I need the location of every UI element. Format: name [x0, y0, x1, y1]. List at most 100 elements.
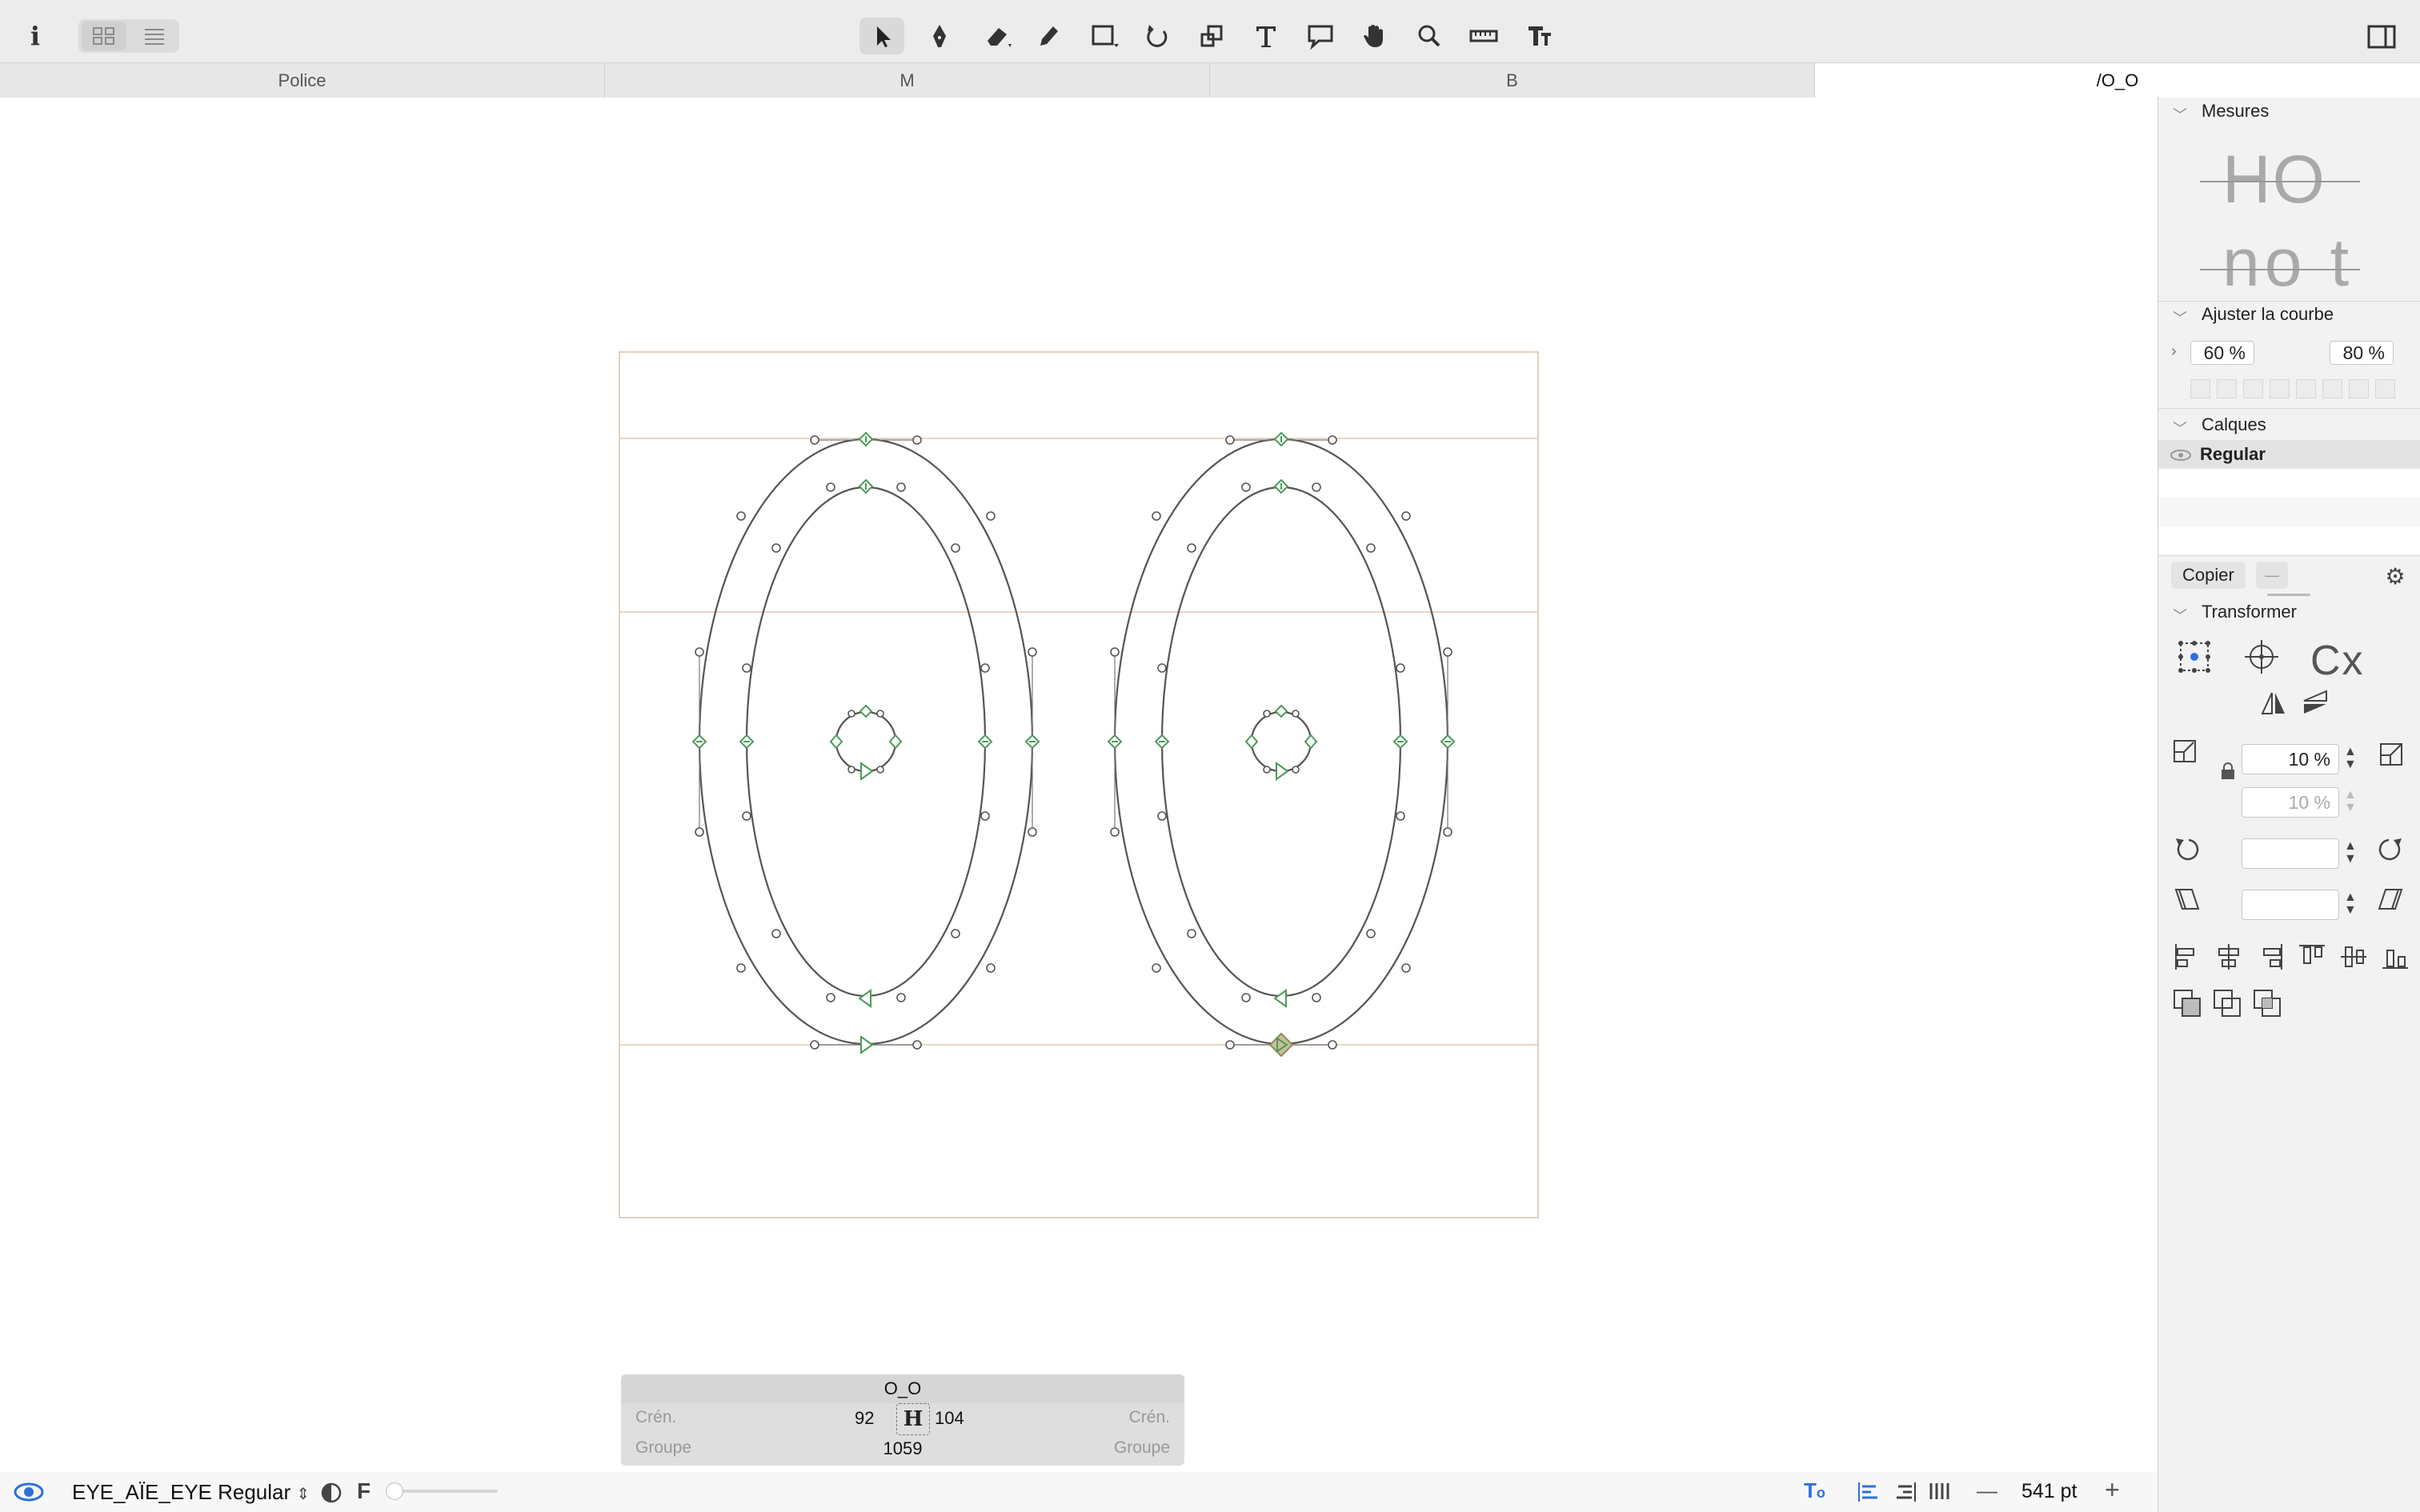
copy-button[interactable]: Copier — [2171, 562, 2246, 589]
kern-left-value[interactable]: 92 — [855, 1408, 874, 1429]
chevron-down-icon[interactable]: ﹀ — [2173, 605, 2187, 626]
info-button[interactable]: i — [13, 18, 58, 54]
align-left-icon[interactable] — [2171, 941, 2203, 973]
text-tool-button[interactable] — [1244, 18, 1288, 54]
layer-label: Regular — [2200, 444, 2266, 464]
preset-box[interactable] — [2217, 379, 2237, 398]
speech-bubble-icon — [1308, 25, 1333, 50]
hand-tool-button[interactable] — [1352, 18, 1397, 54]
crosshair-icon[interactable] — [2243, 638, 2280, 675]
align-center-icon[interactable] — [2213, 941, 2245, 973]
layer-row-empty — [2158, 526, 2420, 555]
layer-row[interactable]: Regular — [2158, 440, 2420, 469]
scale-y-input[interactable]: 10 % — [2242, 787, 2339, 818]
type-tool-button[interactable] — [1517, 18, 1562, 54]
chevron-down-icon[interactable]: ﹀ — [2173, 418, 2187, 438]
slant-input[interactable] — [2242, 890, 2339, 920]
preset-box[interactable] — [2296, 379, 2316, 398]
view-mode-switch — [78, 19, 179, 53]
slant-right-icon[interactable] — [2374, 883, 2406, 915]
kern-right-value[interactable]: 104 — [935, 1408, 964, 1429]
rotate-right-icon[interactable] — [2374, 832, 2406, 864]
sidebar-toggle-button[interactable] — [2359, 18, 2404, 54]
measures-section: ﹀ Mesures HO no t — [2158, 101, 2420, 302]
grid-view-button[interactable] — [82, 22, 126, 50]
start-node — [1268, 1032, 1294, 1058]
paste-button[interactable]: — — [2256, 562, 2288, 589]
select-tool-button[interactable] — [859, 18, 904, 54]
chevron-down-icon[interactable]: ﹀ — [2173, 307, 2187, 328]
flip-horizontal-icon[interactable] — [2258, 686, 2290, 718]
chevron-right-icon[interactable]: › — [2171, 342, 2177, 361]
eraser-tool-button[interactable] — [975, 18, 1020, 54]
rotate-stepper[interactable]: ▲ ▼ — [2344, 840, 2357, 866]
off-curve-points — [695, 435, 1452, 1050]
union-icon[interactable] — [2171, 987, 2203, 1019]
align-text-left-icon[interactable] — [1857, 1480, 1881, 1504]
inspector-panel: ﹀ Mesures HO no t ﹀ Ajuster la courbe › … — [2158, 98, 2420, 1512]
gear-icon[interactable]: ⚙ — [2374, 562, 2416, 590]
list-view-button[interactable] — [131, 22, 176, 50]
scale-down-icon[interactable] — [2171, 738, 2203, 770]
pen-nib-icon — [933, 25, 946, 47]
measure-tool-button[interactable] — [1461, 18, 1506, 54]
preset-box[interactable] — [2190, 379, 2210, 398]
cx-metric-button[interactable]: Cx — [2310, 637, 2365, 685]
preset-box[interactable] — [2322, 379, 2342, 398]
slider-knob[interactable] — [386, 1482, 403, 1500]
glyph-canvas[interactable]: O_O Crén. Crén. 92 H 104 Groupe Groupe 1… — [0, 98, 2158, 1466]
vertical-text-icon[interactable] — [1927, 1480, 1951, 1504]
zoom-in-button[interactable]: + — [2105, 1475, 2120, 1505]
scale-x-stepper[interactable]: ▲ ▼ — [2344, 746, 2357, 771]
kerning-info-box: O_O Crén. Crén. 92 H 104 Groupe Groupe 1… — [621, 1374, 1184, 1466]
chevron-down-icon[interactable]: ﹀ — [2173, 104, 2187, 125]
rotate-input[interactable] — [2242, 838, 2339, 869]
preset-box[interactable] — [2243, 379, 2263, 398]
zoom-level[interactable]: 541 pt — [2021, 1480, 2077, 1503]
align-top-icon[interactable] — [2296, 941, 2328, 973]
align-text-right-icon[interactable] — [1893, 1480, 1917, 1504]
tab-police[interactable]: Police — [0, 63, 605, 98]
scale-x-input[interactable]: 10 % — [2242, 744, 2339, 774]
zoom-tool-button[interactable] — [1407, 18, 1452, 54]
intersect-icon[interactable] — [2251, 987, 2283, 1019]
align-middle-icon[interactable] — [2338, 941, 2370, 973]
flip-vertical-icon[interactable] — [2299, 686, 2331, 718]
slant-left-icon[interactable] — [2171, 883, 2203, 915]
curve-left-input[interactable]: 60 % — [2190, 341, 2254, 365]
tab-b[interactable]: B — [1210, 63, 1815, 98]
preset-box[interactable] — [2375, 379, 2395, 398]
updown-chevron-icon: ⇕ — [296, 1486, 311, 1503]
align-right-icon[interactable] — [2254, 941, 2286, 973]
zoom-out-button[interactable]: — — [1977, 1478, 1997, 1503]
rotate-tool-button[interactable] — [1135, 18, 1180, 54]
rotate-left-icon[interactable] — [2171, 832, 2203, 864]
preview-eye-icon[interactable] — [13, 1482, 45, 1502]
preset-box[interactable] — [2270, 379, 2290, 398]
fill-toggle[interactable]: F — [357, 1478, 371, 1504]
eye-icon[interactable] — [2170, 448, 2192, 462]
lock-icon[interactable] — [2219, 762, 2237, 781]
slant-stepper[interactable]: ▲ ▼ — [2344, 891, 2357, 917]
scale-up-icon[interactable] — [2374, 738, 2406, 770]
master-selector[interactable]: EYE_AÏE_EYE Regular ⇕ — [72, 1480, 310, 1505]
contrast-icon[interactable] — [320, 1482, 343, 1504]
text-options-icon[interactable]: To — [1804, 1478, 1825, 1503]
subtract-icon[interactable] — [2211, 987, 2243, 1019]
pencil-tool-button[interactable] — [1026, 18, 1071, 54]
annotation-tool-button[interactable] — [1298, 18, 1343, 54]
scale-tool-button[interactable] — [1189, 18, 1234, 54]
curve-section: ﹀ Ajuster la courbe › 60 % 80 % — [2158, 304, 2420, 409]
preview-size-slider[interactable] — [386, 1482, 498, 1500]
pen-tool-button[interactable] — [917, 18, 962, 54]
bounding-origin-icon[interactable] — [2176, 638, 2213, 675]
tab-m[interactable]: M — [605, 63, 1210, 98]
tab-o-o[interactable]: /O_O — [1815, 63, 2420, 98]
curve-right-input[interactable]: 80 % — [2330, 341, 2394, 365]
align-bottom-icon[interactable] — [2379, 941, 2411, 973]
rectangle-tool-button[interactable] — [1082, 18, 1127, 54]
glyph-drawing[interactable] — [0, 98, 2158, 1466]
preset-box[interactable] — [2349, 379, 2369, 398]
scale-y-stepper[interactable]: ▲ ▼ — [2344, 789, 2357, 814]
glyph-width-value[interactable]: 1059 — [621, 1438, 1184, 1459]
